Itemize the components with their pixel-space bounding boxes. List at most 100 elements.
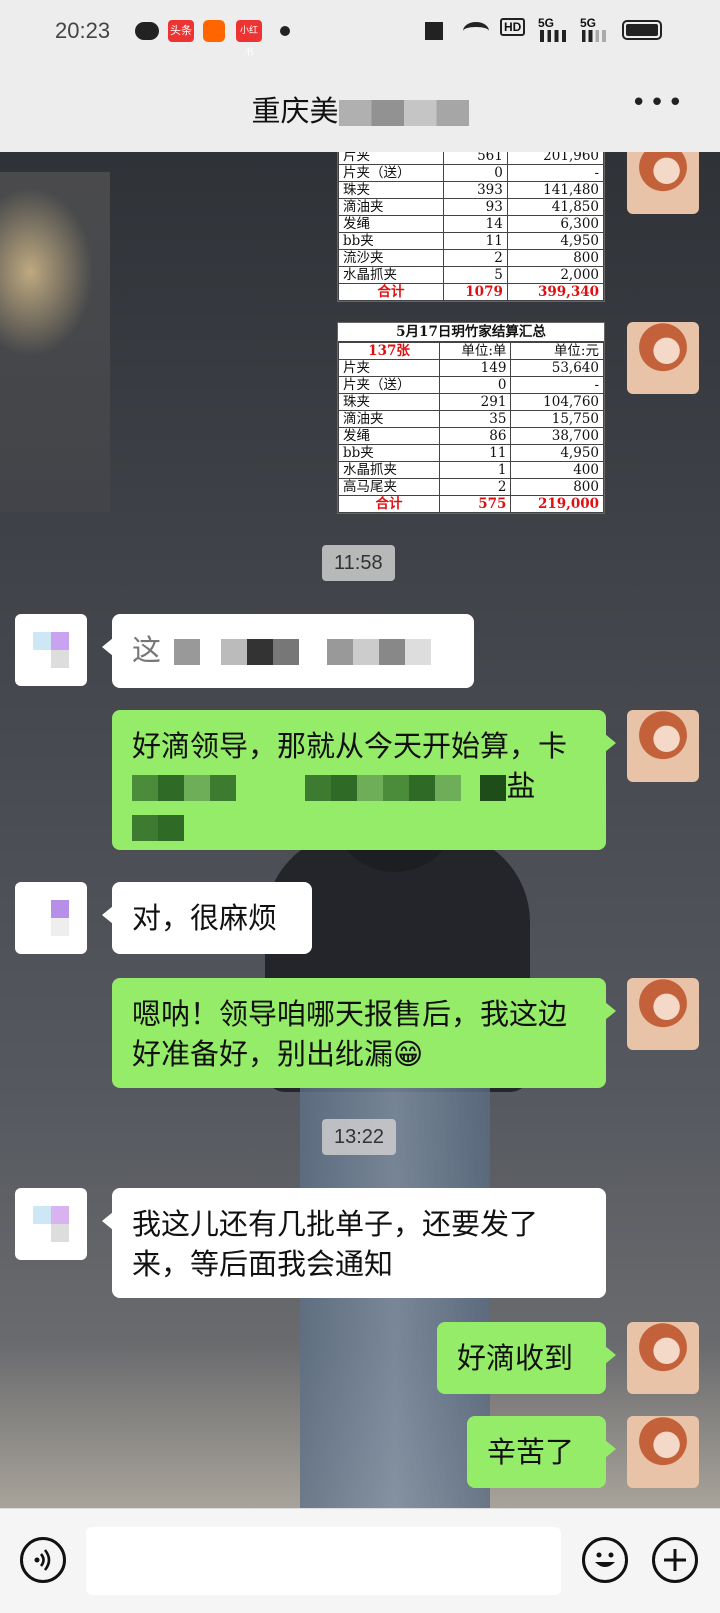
contact-avatar[interactable]: [15, 614, 87, 686]
status-time: 20:23: [55, 18, 111, 43]
xiaohongshu-icon: 小红书: [236, 20, 262, 58]
cell-qty: 5: [442, 266, 508, 284]
message-input[interactable]: [86, 1527, 561, 1595]
redacted-block: [305, 775, 332, 801]
message-bubble-right[interactable]: 辛苦了: [467, 1416, 616, 1488]
redacted-block: [383, 775, 410, 801]
cell-amount: 400: [510, 461, 604, 479]
cell-qty: 93: [442, 198, 508, 216]
cell-qty: 1079: [442, 283, 508, 301]
kuaishou-icon: [203, 20, 225, 42]
table-row: 滴油夹 93 41,850: [338, 198, 605, 216]
message-bubble-right[interactable]: 好滴领导，那就从今天开始算，卡 盐: [112, 710, 616, 850]
cell-qty: 2: [439, 478, 512, 496]
cell-qty: 86: [439, 427, 512, 445]
signal-5g-1: 5G: [538, 16, 555, 30]
cell-name: 水晶抓夹: [337, 461, 441, 479]
self-avatar[interactable]: [627, 1322, 699, 1394]
table-row: 水晶抓夹 5 2,000: [338, 266, 605, 284]
cell-name: 水晶抓夹: [338, 266, 444, 284]
message-text: 辛苦了: [487, 1435, 575, 1469]
cell-unit-qty: 单位:单: [439, 342, 512, 360]
signal-bars-icon-2: [582, 30, 606, 42]
sheet-2-table: 137张 单位:单 单位:元 片夹 149 53,640 片夹（送） 0- 珠夹 291 10…: [337, 342, 604, 513]
cell-name: 片夹（送）: [338, 164, 444, 182]
voice-icon[interactable]: [20, 1537, 66, 1583]
table-row: 珠夹 291 104,760: [337, 393, 604, 411]
message-bubble-left[interactable]: 对，很麻烦: [102, 882, 312, 954]
self-avatar[interactable]: [627, 322, 699, 394]
cell-name: 合计: [337, 495, 441, 513]
cell-name: 发绳: [338, 215, 444, 233]
cell-name: 合计: [338, 283, 444, 301]
cell-qty: 1: [439, 461, 512, 479]
cell-amount: 2,000: [506, 266, 605, 284]
notification-dot-icon: [280, 26, 290, 36]
cell-amount: 38,700: [510, 427, 604, 445]
cell-name: 滴油夹: [338, 198, 444, 216]
emoji-icon[interactable]: [582, 1537, 628, 1583]
message-bubble-right[interactable]: 好滴收到: [437, 1322, 616, 1394]
redacted-block: [247, 639, 274, 665]
cell-name: 片夹: [337, 359, 441, 377]
plus-icon[interactable]: [652, 1537, 698, 1583]
message-bubble-left[interactable]: 我这儿还有几批单子，还要发了来，等后面我会通知: [102, 1188, 606, 1298]
cell-qty: 2: [442, 249, 508, 267]
cell-amount: 800: [510, 478, 604, 496]
redacted-block: [221, 639, 248, 665]
self-avatar[interactable]: [627, 152, 699, 214]
redacted-block: [409, 775, 436, 801]
table-row: bb夹 11 4,950: [338, 232, 605, 250]
contact-avatar[interactable]: [15, 882, 87, 954]
contact-avatar[interactable]: [15, 1188, 87, 1260]
cell-name: 高马尾夹: [337, 478, 441, 496]
self-avatar[interactable]: [627, 710, 699, 782]
cell-name: 发绳: [337, 427, 441, 445]
cell-name: 流沙夹: [338, 249, 444, 267]
message-text-tail: 盐: [506, 769, 536, 803]
more-dots-icon[interactable]: •••: [631, 90, 686, 116]
redacted-block: [378, 639, 405, 665]
wallpaper-blur-left: [0, 172, 110, 512]
cell-qty: 11: [442, 232, 508, 250]
cell-qty: 393: [442, 181, 508, 199]
cell-amount: 141,480: [506, 181, 605, 199]
wechat-icon: [135, 22, 159, 40]
chat-title[interactable]: 重庆美: [0, 88, 720, 130]
table-row: bb夹 11 4,950: [337, 444, 604, 462]
table-row: 片夹 561 201,960: [338, 152, 605, 165]
sheet-image-1[interactable]: 片夹 561 201,960 片夹（送） 0- 珠夹 393 141,480 滴油夹 93 4…: [337, 152, 605, 302]
redacted-block: [158, 815, 184, 841]
sheet-1-table: 片夹 561 201,960 片夹（送） 0- 珠夹 393 141,480 滴油夹 93 4…: [338, 152, 605, 301]
chat-area[interactable]: 片夹 561 201,960 片夹（送） 0- 珠夹 393 141,480 滴油夹 93 4…: [0, 152, 720, 1508]
cell-qty: 35: [439, 410, 512, 428]
chat-title-text: 重庆美: [251, 94, 339, 128]
redacted-block: [132, 775, 158, 801]
cell-qty: 0: [439, 376, 512, 394]
redacted-block: [357, 775, 384, 801]
self-avatar[interactable]: [627, 1416, 699, 1488]
chat-header: 重庆美 •••: [0, 62, 720, 153]
redacted-block: [352, 639, 379, 665]
message-text: 对，很麻烦: [132, 901, 278, 935]
toutiao-icon: 头条: [168, 20, 194, 42]
message-text: 这: [132, 633, 162, 667]
cell-name: bb夹: [337, 444, 441, 462]
cell-amount: -: [506, 164, 605, 182]
message-bubble-left[interactable]: 这: [102, 614, 474, 688]
table-row: 滴油夹 35 15,750: [337, 410, 604, 428]
cell-amount: -: [510, 376, 604, 394]
cell-qty: 575: [439, 495, 512, 513]
input-bar: [0, 1508, 720, 1613]
status-bar: 20:23 头条 小红书 HD 5G 5G: [0, 0, 720, 62]
cell-name: bb夹: [338, 232, 444, 250]
sheet-image-2[interactable]: 5月17日玥竹家结算汇总 137张 单位:单 单位:元 片夹 149 53,640 片夹…: [337, 322, 605, 514]
table-header-row: 137张 单位:单 单位:元: [337, 342, 604, 360]
self-avatar[interactable]: [627, 978, 699, 1050]
redacted-block: [273, 639, 300, 665]
cell-qty: 0: [442, 164, 508, 182]
table-row: 流沙夹 2 800: [338, 249, 605, 267]
cell-qty: 14: [442, 215, 508, 233]
cell-unit-amount: 单位:元: [510, 342, 604, 360]
message-bubble-right[interactable]: 嗯呐！领导咱哪天报售后，我这边好准备好，别出纰漏😁: [112, 978, 616, 1088]
